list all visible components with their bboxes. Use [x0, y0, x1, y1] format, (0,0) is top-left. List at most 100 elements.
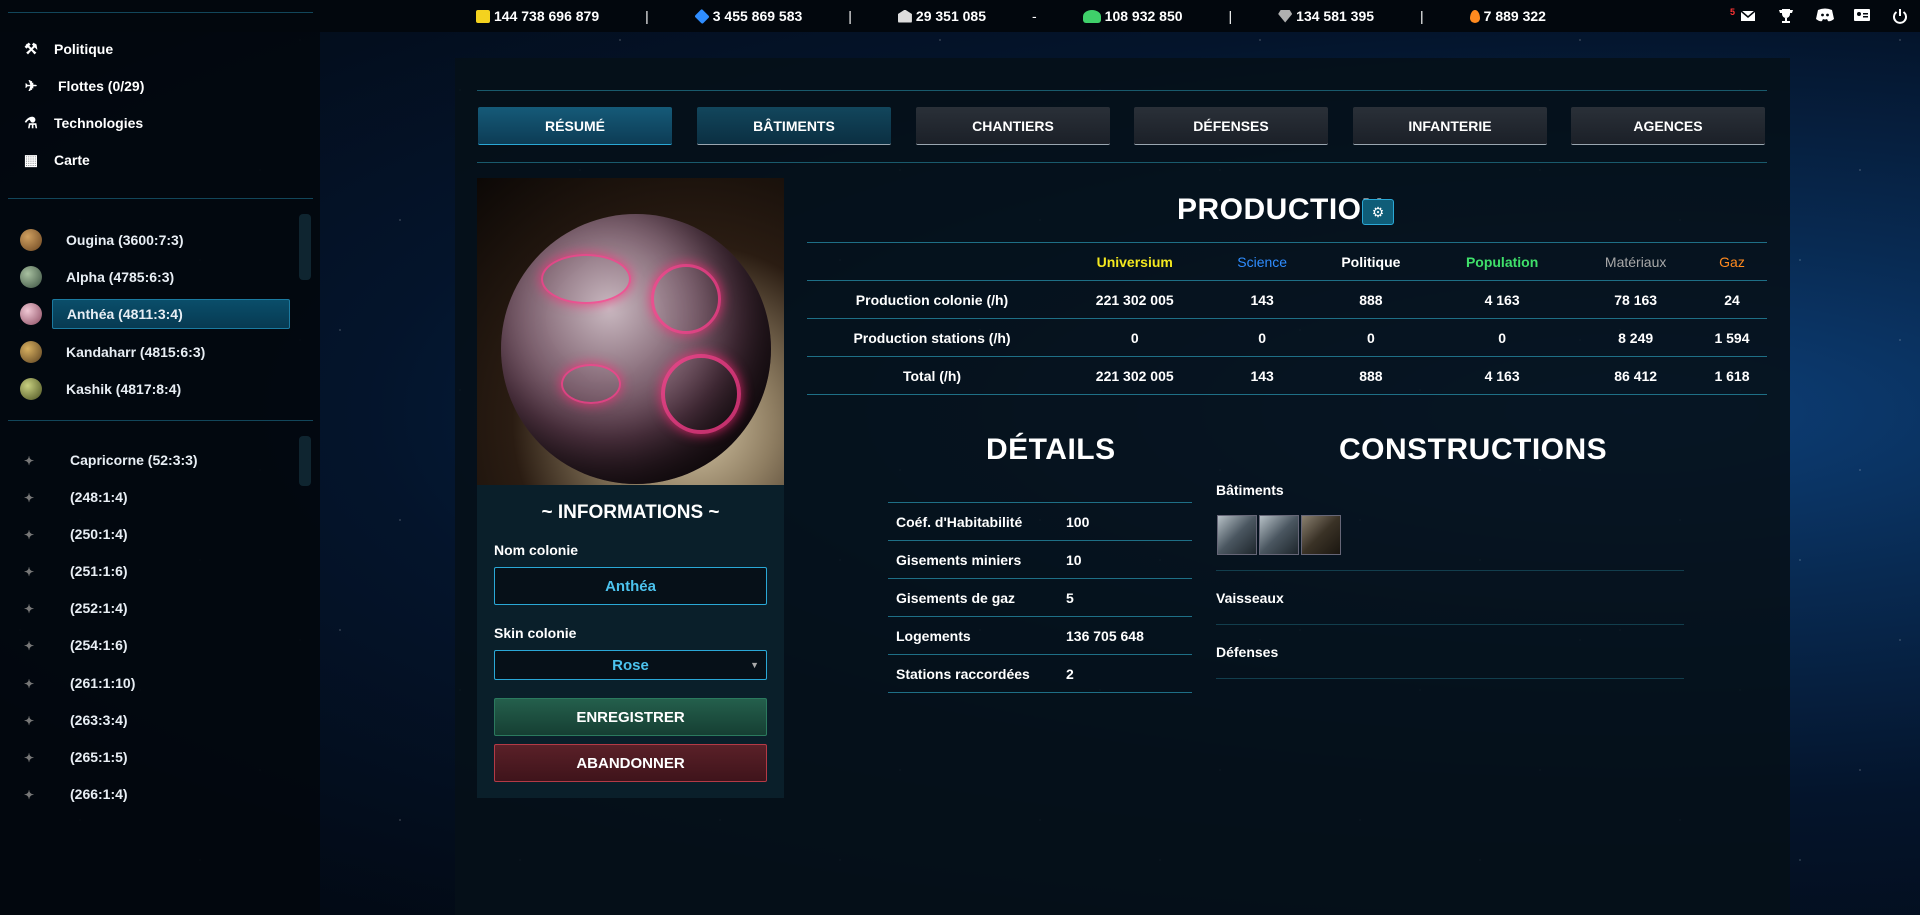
save-button[interactable]: ENREGISTRER — [494, 698, 767, 736]
save-label: ENREGISTRER — [576, 708, 685, 726]
header-universium: Universium — [1057, 242, 1213, 281]
resource-gas: 7 889 322 — [1469, 8, 1546, 24]
building-queue-thumbnail[interactable] — [1301, 515, 1341, 555]
nav-flottes[interactable]: ✈ Flottes (0/29) — [22, 76, 145, 96]
table-row: Stations raccordées 2 — [888, 654, 1192, 693]
tab-label: AGENCES — [1633, 117, 1703, 134]
station-item[interactable]: ✦ (265:1:5) — [20, 742, 290, 772]
station-icon: ✦ — [24, 565, 35, 579]
tab-defenses[interactable]: DÉFENSES — [1134, 107, 1328, 145]
abandon-button[interactable]: ABANDONNER — [494, 744, 767, 782]
discord-icon — [1816, 8, 1834, 22]
cube-icon — [694, 8, 710, 24]
station-item[interactable]: ✦ (251:1:6) — [20, 556, 290, 586]
planet-item-anthea[interactable]: Anthéa (4811:3:4) — [20, 299, 290, 329]
station-item[interactable]: ✦ (254:1:6) — [20, 630, 290, 660]
trophy-button[interactable] — [1778, 8, 1794, 24]
resource-science: 3 455 869 583 — [694, 8, 802, 24]
nav-carte[interactable]: ▦ Carte — [22, 150, 90, 170]
constructions-title: CONSTRUCTIONS — [1339, 433, 1608, 466]
nav-technologies[interactable]: ⚗ Technologies — [22, 113, 143, 133]
stations-scrollbar[interactable] — [299, 436, 311, 486]
discord-button[interactable] — [1816, 8, 1834, 24]
planet-label: Kashik (4817:8:4) — [66, 381, 182, 397]
production-settings-button[interactable]: ⚙ — [1362, 199, 1394, 225]
top-right-actions: 5 — [1730, 0, 1908, 32]
station-item[interactable]: ✦ (266:1:4) — [20, 779, 290, 809]
planet-item-ougina[interactable]: Ougina (3600:7:3) — [20, 225, 290, 255]
divider — [8, 198, 313, 199]
planet-item-alpha[interactable]: Alpha (4785:6:3) — [20, 262, 290, 292]
resource-money-value: 144 738 696 879 — [494, 8, 600, 24]
production-table: Universium Science Politique Population … — [807, 242, 1767, 395]
cell: 8 249 — [1574, 318, 1697, 357]
building-queue-thumbnail[interactable] — [1259, 515, 1299, 555]
nav-label: Technologies — [54, 115, 144, 131]
detail-label: Coéf. d'Habitabilité — [888, 502, 1066, 541]
divider — [1216, 678, 1684, 679]
resource-money: 144 738 696 879 — [476, 8, 599, 24]
flame-icon — [1469, 9, 1480, 23]
planet-glow-ring — [651, 264, 721, 334]
divider — [1216, 624, 1684, 625]
detail-value: 2 — [1066, 654, 1192, 693]
station-item[interactable]: ✦ (261:1:10) — [20, 668, 290, 698]
planets-scrollbar[interactable] — [299, 214, 311, 280]
table-row: Gisements de gaz 5 — [888, 578, 1192, 617]
profile-card-button[interactable] — [1854, 8, 1870, 24]
nav-politique[interactable]: ⚒ Politique — [22, 39, 113, 59]
planet-label: Alpha (4785:6:3) — [66, 269, 175, 285]
mail-badge: 5 — [1730, 7, 1736, 17]
resource-population: 108 932 850 — [1082, 8, 1183, 24]
tab-infanterie[interactable]: INFANTERIE — [1353, 107, 1547, 145]
cell: 0 — [1429, 318, 1575, 357]
detail-label: Logements — [888, 616, 1066, 655]
cell: 221 302 005 — [1057, 356, 1213, 395]
resource-politics-value: 29 351 085 — [915, 8, 986, 24]
detail-label: Gisements de gaz — [888, 578, 1066, 617]
row-label: Production stations (/h) — [807, 318, 1057, 357]
divider — [8, 420, 313, 421]
tab-batiments[interactable]: BÂTIMENTS — [697, 107, 891, 145]
tab-chantiers[interactable]: CHANTIERS — [916, 107, 1110, 145]
people-icon — [1082, 9, 1101, 23]
mail-button[interactable]: 5 — [1730, 7, 1756, 24]
station-icon: ✦ — [24, 602, 35, 616]
station-label: Capricorne (52:3:3) — [70, 452, 198, 468]
station-label: (266:1:4) — [70, 786, 128, 802]
table-row: Gisements miniers 10 — [888, 540, 1192, 579]
row-label: Production colonie (/h) — [807, 280, 1057, 319]
planet-thumbnail — [20, 378, 42, 400]
tab-agences[interactable]: AGENCES — [1571, 107, 1765, 145]
station-item[interactable]: ✦ (252:1:4) — [20, 593, 290, 623]
nav-label: Politique — [54, 41, 114, 57]
detail-value: 100 — [1066, 502, 1192, 541]
building-queue-thumbnail[interactable] — [1217, 515, 1257, 555]
detail-value: 10 — [1066, 540, 1192, 579]
cell: 0 — [1057, 318, 1213, 357]
detail-value: 5 — [1066, 578, 1192, 617]
table-row: Logements 136 705 648 — [888, 616, 1192, 655]
station-item[interactable]: ✦ (250:1:4) — [20, 519, 290, 549]
planet-item-kandaharr[interactable]: Kandaharr (4815:6:3) — [20, 337, 290, 367]
logout-button[interactable] — [1892, 8, 1908, 24]
tab-resume[interactable]: RÉSUMÉ — [478, 107, 672, 145]
station-item[interactable]: ✦ Capricorne (52:3:3) — [20, 445, 290, 475]
planet-item-kashik[interactable]: Kashik (4817:8:4) — [20, 374, 290, 404]
cell: 24 — [1697, 280, 1767, 319]
station-item[interactable]: ✦ (263:3:4) — [20, 705, 290, 735]
planet-thumbnail — [20, 303, 42, 325]
power-icon — [1893, 9, 1907, 24]
colony-name-input[interactable]: Anthéa — [494, 567, 767, 605]
planet-glow-ring — [661, 354, 741, 434]
colony-skin-label: Skin colonie — [494, 625, 577, 641]
tab-label: RÉSUMÉ — [545, 117, 605, 134]
production-title: PRODUCTION — [1177, 193, 1384, 226]
divider — [1216, 570, 1684, 571]
station-item[interactable]: ✦ (248:1:4) — [20, 482, 290, 512]
header-materiaux: Matériaux — [1574, 242, 1697, 281]
cell: 4 163 — [1429, 280, 1575, 319]
colony-skin-select[interactable]: Rose ▼ — [494, 650, 767, 680]
divider — [477, 90, 1767, 91]
gavel-icon: ⚒ — [24, 41, 38, 58]
